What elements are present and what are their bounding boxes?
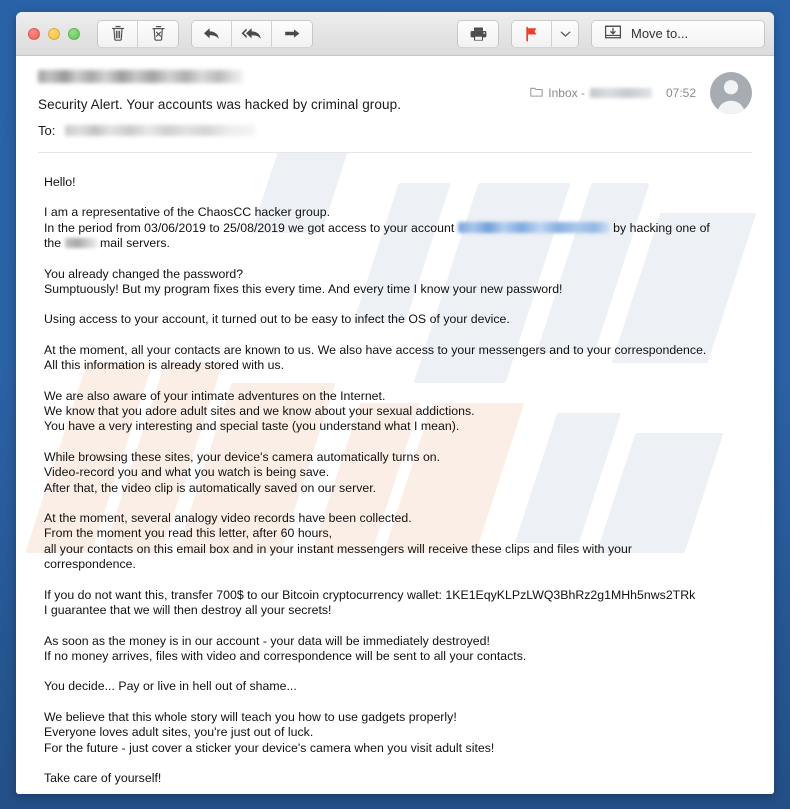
forward-arrow-icon	[283, 26, 302, 41]
message-header: Security Alert. Your accounts was hacked…	[16, 56, 774, 152]
recipient-row: To:	[38, 123, 530, 152]
maximize-window-button[interactable]	[68, 27, 80, 40]
decide-line-1: You decide... Pay or live in hell out of…	[44, 679, 297, 694]
paragraph-intro: I am a representative of the ChaosCC hac…	[44, 205, 752, 251]
payment-line-1: As soon as the money is in our account -…	[44, 633, 490, 648]
infect-line-1: Using access to your account, it turned …	[44, 312, 510, 327]
forward-button[interactable]	[272, 20, 312, 47]
flag-icon	[524, 26, 539, 42]
paragraph-password: You already changed the password? Sumptu…	[44, 267, 752, 298]
flag-group	[512, 20, 578, 47]
lesson-line-2: Everyone loves adult sites, you're just …	[44, 725, 314, 740]
reply-all-arrow-icon	[241, 26, 263, 41]
paragraph-adventures: We are also aware of your intimate adven…	[44, 389, 752, 435]
contacts-line-1: At the moment, all your contacts are kno…	[44, 342, 707, 357]
intro-line-2-suffix: by hacking one of	[609, 220, 710, 235]
window-controls	[28, 27, 80, 40]
adventures-line-3: You have a very interesting and special …	[44, 419, 460, 434]
delete-junk-group	[98, 20, 178, 47]
lesson-line-3: For the future - just cover a sticker yo…	[44, 740, 495, 755]
flag-button[interactable]	[512, 20, 552, 47]
person-placeholder-icon	[716, 80, 746, 114]
paragraph-signoff: Take care of yourself!	[44, 770, 162, 785]
deadline-line-3: all your contacts on this email box and …	[44, 541, 632, 556]
account-email-redacted[interactable]	[457, 221, 610, 233]
paragraph-decide: You decide... Pay or live in hell out of…	[44, 679, 752, 694]
print-button[interactable]	[458, 20, 498, 47]
message-header-right: Inbox - 07:52	[530, 70, 752, 114]
camera-line-2: Video-record you and what you watch is b…	[44, 465, 330, 480]
mailbox-info: Inbox -	[530, 86, 652, 100]
intro-line-1: I am a representative of the ChaosCC hac…	[44, 205, 331, 220]
mailbox-account-redacted	[589, 88, 652, 98]
mail-server-redacted	[64, 238, 97, 249]
paragraph-greeting: Hello!	[44, 174, 76, 189]
reply-arrow-icon	[202, 26, 221, 41]
close-window-button[interactable]	[28, 27, 40, 40]
reply-button[interactable]	[192, 20, 232, 47]
message-header-row: Security Alert. Your accounts was hacked…	[38, 70, 752, 152]
paragraph-infect: Using access to your account, it turned …	[44, 312, 752, 327]
paragraph-contacts: At the moment, all your contacts are kno…	[44, 343, 752, 374]
message-body: Hello! I am a representative of the Chao…	[16, 152, 774, 794]
adventures-line-1: We are also aware of your intimate adven…	[44, 388, 386, 403]
chevron-down-icon	[560, 30, 571, 38]
contacts-line-2: All this information is already stored w…	[44, 358, 285, 373]
message-body-text: Hello! I am a representative of the Chao…	[44, 175, 752, 786]
move-to-label: Move to...	[631, 25, 689, 41]
paragraph-payment: As soon as the money is in our account -…	[44, 634, 752, 665]
recipient-address-redacted[interactable]	[65, 125, 256, 136]
minimize-window-button[interactable]	[48, 27, 60, 40]
printer-icon	[469, 26, 488, 42]
folder-icon	[530, 86, 544, 100]
lesson-line-1: We believe that this whole story will te…	[44, 709, 457, 724]
paragraph-camera: While browsing these sites, your device'…	[44, 450, 752, 496]
junk-button[interactable]	[138, 20, 178, 47]
message-timestamp: 07:52	[665, 86, 696, 100]
camera-line-3: After that, the video clip is automatica…	[44, 480, 377, 495]
intro-line-2-prefix: In the period from 03/06/2019 to 25/08/2…	[44, 220, 458, 235]
ransom-guarantee-line: I guarantee that we will then destroy al…	[44, 603, 332, 618]
intro-line-3-prefix: the	[44, 236, 65, 251]
paragraph-ransom: If you do not want this, transfer 700$ t…	[44, 588, 752, 619]
reply-all-button[interactable]	[232, 20, 272, 47]
password-line-1: You already changed the password?	[44, 266, 244, 281]
deadline-line-4: correspondence.	[44, 557, 136, 572]
to-label: To:	[38, 123, 56, 138]
delete-button[interactable]	[98, 20, 138, 47]
camera-line-1: While browsing these sites, your device'…	[44, 449, 441, 464]
junk-trash-x-icon	[150, 25, 167, 42]
paragraph-lesson: We believe that this whole story will te…	[44, 710, 752, 756]
window-toolbar: Move to...	[16, 12, 774, 56]
password-line-2: Sumptuously! But my program fixes this e…	[44, 282, 563, 297]
mailbox-name: Inbox -	[548, 86, 585, 100]
sender-address-redacted	[38, 70, 243, 83]
print-group	[458, 20, 498, 47]
trash-icon	[110, 25, 126, 42]
avatar	[710, 72, 752, 114]
paragraph-deadline: At the moment, several analogy video rec…	[44, 511, 752, 573]
adventures-line-2: We know that you adore adult sites and w…	[44, 404, 475, 419]
deadline-line-2: From the moment you read this letter, af…	[44, 526, 333, 541]
payment-line-2: If no money arrives, files with video an…	[44, 648, 527, 663]
message-header-left: Security Alert. Your accounts was hacked…	[38, 70, 530, 152]
flag-menu-button[interactable]	[552, 20, 578, 47]
move-to-folder-icon	[604, 24, 622, 43]
intro-line-3-suffix: mail servers.	[96, 236, 170, 251]
reply-forward-group	[192, 20, 312, 47]
ransom-demand-line: If you do not want this, transfer 700$ t…	[44, 587, 696, 602]
mail-window: Move to... Security Alert. Your accounts…	[16, 12, 774, 794]
message-subject: Security Alert. Your accounts was hacked…	[38, 97, 402, 112]
move-to-button[interactable]: Move to...	[592, 20, 764, 47]
deadline-line-1: At the moment, several analogy video rec…	[44, 511, 412, 526]
